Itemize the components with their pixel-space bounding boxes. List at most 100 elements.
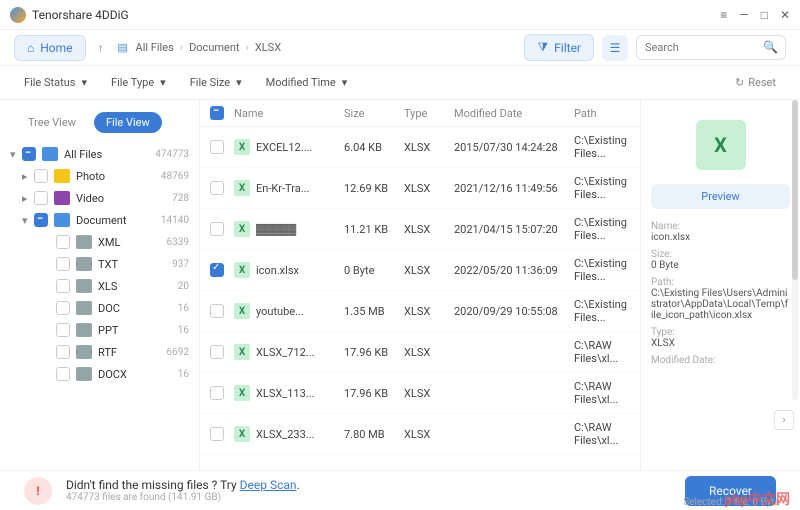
tab-tree-view[interactable]: Tree View — [16, 112, 88, 133]
tree-checkbox[interactable] — [34, 191, 48, 205]
sidebar-item-rtf[interactable]: RTF 6692 — [4, 341, 195, 363]
scrollbar-thumb[interactable] — [792, 100, 798, 280]
sidebar-item-document[interactable]: ▾ Document 14140 — [4, 209, 195, 231]
folder-icon — [76, 301, 92, 315]
table-row[interactable]: X XLSX_712... 17.96 KB XLSX C:\RAW Files… — [200, 332, 640, 373]
col-size[interactable]: Size — [344, 107, 404, 120]
cell-name: En-Kr-Tra... — [256, 182, 344, 195]
cell-type: XLSX — [404, 264, 454, 277]
table-row[interactable]: X icon.xlsx 0 Byte XLSX 2022/05/20 11:36… — [200, 250, 640, 291]
tree-count: 937 — [172, 259, 189, 270]
pv-size: 0 Byte — [651, 260, 790, 271]
maximize-icon[interactable]: □ — [761, 8, 768, 22]
tree-label: Video — [76, 192, 172, 205]
row-checkbox[interactable] — [210, 263, 224, 277]
pv-size-label: Size: — [651, 249, 790, 260]
sidebar-item-ppt[interactable]: PPT 16 — [4, 319, 195, 341]
cell-date: 2022/05/20 11:36:09 — [454, 264, 574, 277]
xlsx-icon: X — [234, 344, 250, 360]
modified-time-filter[interactable]: Modified Time▾ — [266, 76, 348, 89]
tree-checkbox[interactable] — [34, 213, 48, 227]
row-checkbox[interactable] — [210, 386, 224, 400]
tree-count: 6692 — [167, 347, 189, 358]
reset-button[interactable]: ↻Reset — [735, 76, 776, 89]
xlsx-icon: X — [234, 385, 250, 401]
nav-up-icon[interactable]: ↑ — [94, 37, 108, 59]
preview-next-button[interactable]: › — [774, 410, 794, 430]
row-checkbox[interactable] — [210, 345, 224, 359]
row-checkbox[interactable] — [210, 427, 224, 441]
select-all-checkbox[interactable] — [210, 106, 224, 120]
table-row[interactable]: X XLSX_233... 7.80 MB XLSX C:\RAW Files\… — [200, 414, 640, 455]
minimize-icon[interactable]: — — [739, 8, 748, 22]
file-type-filter[interactable]: File Type▾ — [111, 76, 166, 89]
sidebar-item-xml[interactable]: XML 6339 — [4, 231, 195, 253]
search-icon[interactable]: 🔍 — [763, 40, 778, 54]
table-row[interactable]: X En-Kr-Tra... 12.69 KB XLSX 2021/12/16 … — [200, 168, 640, 209]
breadcrumb-item[interactable]: XLSX — [255, 41, 281, 54]
funnel-icon: ⧩ — [537, 40, 548, 55]
col-path[interactable]: Path — [574, 107, 630, 120]
alert-icon: ! — [24, 477, 52, 505]
table-row[interactable]: X XLSX_113... 17.96 KB XLSX C:\RAW Files… — [200, 373, 640, 414]
sidebar-item-txt[interactable]: TXT 937 — [4, 253, 195, 275]
table-row[interactable]: X youtube... 1.35 MB XLSX 2020/09/29 10:… — [200, 291, 640, 332]
filter-button[interactable]: ⧩ Filter — [524, 34, 594, 61]
deep-scan-link[interactable]: Deep Scan — [240, 478, 297, 492]
row-checkbox[interactable] — [210, 222, 224, 236]
cell-type: XLSX — [404, 182, 454, 195]
table-row[interactable]: X EXCEL12.... 6.04 KB XLSX 2015/07/30 14… — [200, 127, 640, 168]
tree-label: Photo — [76, 170, 161, 183]
sidebar-item-docx[interactable]: DOCX 16 — [4, 363, 195, 385]
cell-size: 17.96 KB — [344, 346, 404, 359]
col-name[interactable]: Name — [234, 107, 344, 120]
pv-name: icon.xlsx — [651, 232, 790, 243]
sidebar: Tree View File View ▾ All Files 474773▸ … — [0, 100, 200, 470]
preview-button[interactable]: Preview — [651, 184, 790, 209]
col-date[interactable]: Modified Date — [454, 107, 574, 120]
row-checkbox[interactable] — [210, 140, 224, 154]
breadcrumb-item[interactable]: Document — [189, 41, 239, 54]
cell-size: 7.80 MB — [344, 428, 404, 441]
tree-checkbox[interactable] — [56, 345, 70, 359]
cell-type: XLSX — [404, 346, 454, 359]
sidebar-item-video[interactable]: ▸ Video 728 — [4, 187, 195, 209]
cell-path: C:\RAW Files\xl... — [574, 339, 630, 365]
file-size-filter[interactable]: File Size▾ — [190, 76, 242, 89]
tree-count: 728 — [172, 193, 189, 204]
breadcrumb-item[interactable]: All Files — [136, 41, 174, 54]
tree-checkbox[interactable] — [56, 235, 70, 249]
footer-stats: 474773 files are found (141.91 GB) — [66, 492, 300, 503]
row-checkbox[interactable] — [210, 304, 224, 318]
tree-checkbox[interactable] — [34, 169, 48, 183]
preview-panel: X Preview Name:icon.xlsx Size:0 Byte Pat… — [640, 100, 800, 470]
cell-type: XLSX — [404, 141, 454, 154]
tree-checkbox[interactable] — [22, 147, 36, 161]
list-view-toggle[interactable]: ☰ — [602, 35, 628, 61]
sidebar-item-photo[interactable]: ▸ Photo 48769 — [4, 165, 195, 187]
cell-name: XLSX_712... — [256, 346, 344, 359]
tree-checkbox[interactable] — [56, 323, 70, 337]
titlebar: Tenorshare 4DDiG ≡ — □ ✕ — [0, 0, 800, 30]
sidebar-item-xls[interactable]: XLS 20 — [4, 275, 195, 297]
tree-label: All Files — [64, 148, 155, 161]
chevron-down-icon: ▾ — [81, 76, 87, 89]
tab-file-view[interactable]: File View — [94, 112, 162, 133]
tree-checkbox[interactable] — [56, 301, 70, 315]
sidebar-item-all-files[interactable]: ▾ All Files 474773 — [4, 143, 195, 165]
table-row[interactable]: X ▓▓▓▓▓ 11.21 KB XLSX 2021/04/15 15:07:2… — [200, 209, 640, 250]
xlsx-preview-icon: X — [696, 120, 746, 170]
col-type[interactable]: Type — [404, 107, 454, 120]
tree-checkbox[interactable] — [56, 257, 70, 271]
chevron-down-icon: ▾ — [342, 76, 348, 89]
scrollbar[interactable] — [792, 100, 798, 400]
row-checkbox[interactable] — [210, 181, 224, 195]
file-status-filter[interactable]: File Status▾ — [24, 76, 87, 89]
folder-icon — [54, 169, 70, 183]
tree-checkbox[interactable] — [56, 367, 70, 381]
tree-checkbox[interactable] — [56, 279, 70, 293]
sidebar-item-doc[interactable]: DOC 16 — [4, 297, 195, 319]
menu-icon[interactable]: ≡ — [720, 8, 727, 22]
home-button[interactable]: ⌂ Home — [14, 35, 86, 61]
close-icon[interactable]: ✕ — [780, 8, 790, 22]
